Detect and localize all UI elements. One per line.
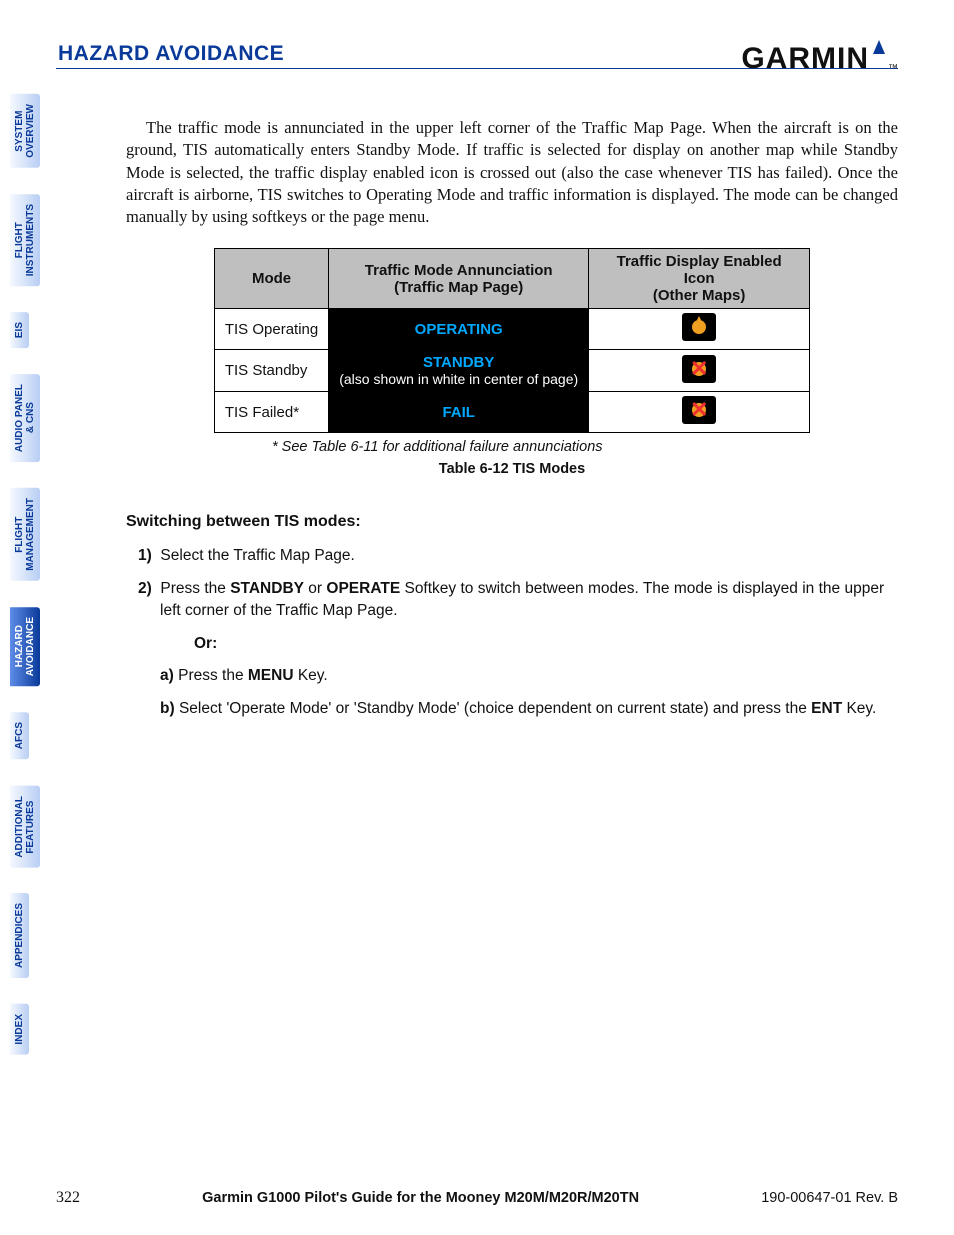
step-b-num: b) [160,700,175,717]
step-a: a) Press the MENU Key. [126,665,898,687]
col-icon: Traffic Display Enabled Icon (Other Maps… [589,249,810,309]
col-annunciation-l1: Traffic Mode Annunciation [365,262,553,279]
tab-system-overview[interactable]: SYSTEM OVERVIEW [10,94,40,168]
footer-revision: 190-00647-01 Rev. B [761,1190,898,1206]
page-number: 322 [56,1189,80,1207]
tab-flight-instruments[interactable]: FLIGHT INSTRUMENTS [10,194,40,286]
row-1-ann-text: STANDBY [423,354,494,371]
step-1-num: 1) [138,547,152,564]
tab-index[interactable]: INDEX [10,1004,29,1055]
step-b-t1: Select 'Operate Mode' or 'Standby Mode' … [175,700,812,717]
logo-text: GARMIN [741,44,869,74]
page-header: HAZARD AVOIDANCE GARMIN ™ [56,40,898,69]
row-2-mode: TIS Failed* [214,392,328,433]
col-annunciation: Traffic Mode Annunciation (Traffic Map P… [329,249,589,309]
traffic-standby-icon [682,355,716,383]
table-footnote: * See Table 6-11 for additional failure … [126,439,898,455]
tab-hazard-avoidance[interactable]: HAZARD AVOIDANCE [10,607,40,686]
row-0-annunciation: OPERATING [329,309,589,350]
footer-title: Garmin G1000 Pilot's Guide for the Moone… [202,1190,639,1206]
tab-afcs[interactable]: AFCS [10,712,29,759]
step-2-standby: STANDBY [230,580,304,597]
tab-appendices[interactable]: APPENDICES [10,893,29,978]
tab-flight-management[interactable]: FLIGHT MANAGEMENT [10,488,40,581]
step-1-text: Select the Traffic Map Page. [160,547,354,564]
col-annunciation-l2: (Traffic Map Page) [394,279,523,296]
col-icon-l1: Traffic Display Enabled Icon [617,253,782,287]
tab-eis[interactable]: EIS [10,312,29,348]
row-1-ann-note: (also shown in white in center of page) [339,371,578,387]
table-caption: Table 6-12 TIS Modes [126,461,898,477]
step-b-t2: Key. [842,700,876,717]
step-a-menu: MENU [248,667,294,684]
row-0-ann-text: OPERATING [415,321,503,338]
step-a-t2: Key. [294,667,328,684]
step-2-t1: Press the [160,580,230,597]
intro-paragraph: The traffic mode is annunciated in the u… [126,117,898,228]
col-mode: Mode [214,249,328,309]
row-1-annunciation: STANDBY (also shown in white in center o… [329,350,589,392]
row-0-mode: TIS Operating [214,309,328,350]
step-2-num: 2) [138,580,152,597]
step-or: Or: [160,633,898,655]
step-b: b) Select 'Operate Mode' or 'Standby Mod… [126,698,898,720]
page-footer: 322 Garmin G1000 Pilot's Guide for the M… [56,1189,898,1207]
step-1: 1) Select the Traffic Map Page. [126,545,898,567]
garmin-logo: GARMIN ™ [741,40,898,74]
row-2-icon-cell [589,392,810,433]
step-b-ent: ENT [811,700,842,717]
col-icon-l2: (Other Maps) [653,287,746,304]
section-title: HAZARD AVOIDANCE [56,42,284,66]
step-a-num: a) [160,667,174,684]
logo-triangle-icon [873,40,885,54]
tab-additional-features[interactable]: ADDITIONAL FEATURES [10,786,40,868]
logo-trademark: ™ [888,63,898,74]
tab-audio-panel-cns[interactable]: AUDIO PANEL & CNS [10,374,40,462]
traffic-operating-icon [682,313,716,341]
row-1-icon-cell [589,350,810,392]
step-a-t1: Press the [174,667,248,684]
tis-modes-table: Mode Traffic Mode Annunciation (Traffic … [214,248,810,433]
step-2: 2) Press the STANDBY or OPERATE Softkey … [126,578,898,623]
step-or-text: Or: [194,635,217,652]
row-2-annunciation: FAIL [329,392,589,433]
side-tabs: SYSTEM OVERVIEW FLIGHT INSTRUMENTS EIS A… [10,94,56,1081]
row-1-mode: TIS Standby [214,350,328,392]
step-2-t2: or [304,580,326,597]
step-2-operate: OPERATE [326,580,400,597]
row-0-icon-cell [589,309,810,350]
row-2-ann-text: FAIL [442,404,475,421]
steps-heading: Switching between TIS modes: [126,513,898,531]
traffic-failed-icon [682,396,716,424]
